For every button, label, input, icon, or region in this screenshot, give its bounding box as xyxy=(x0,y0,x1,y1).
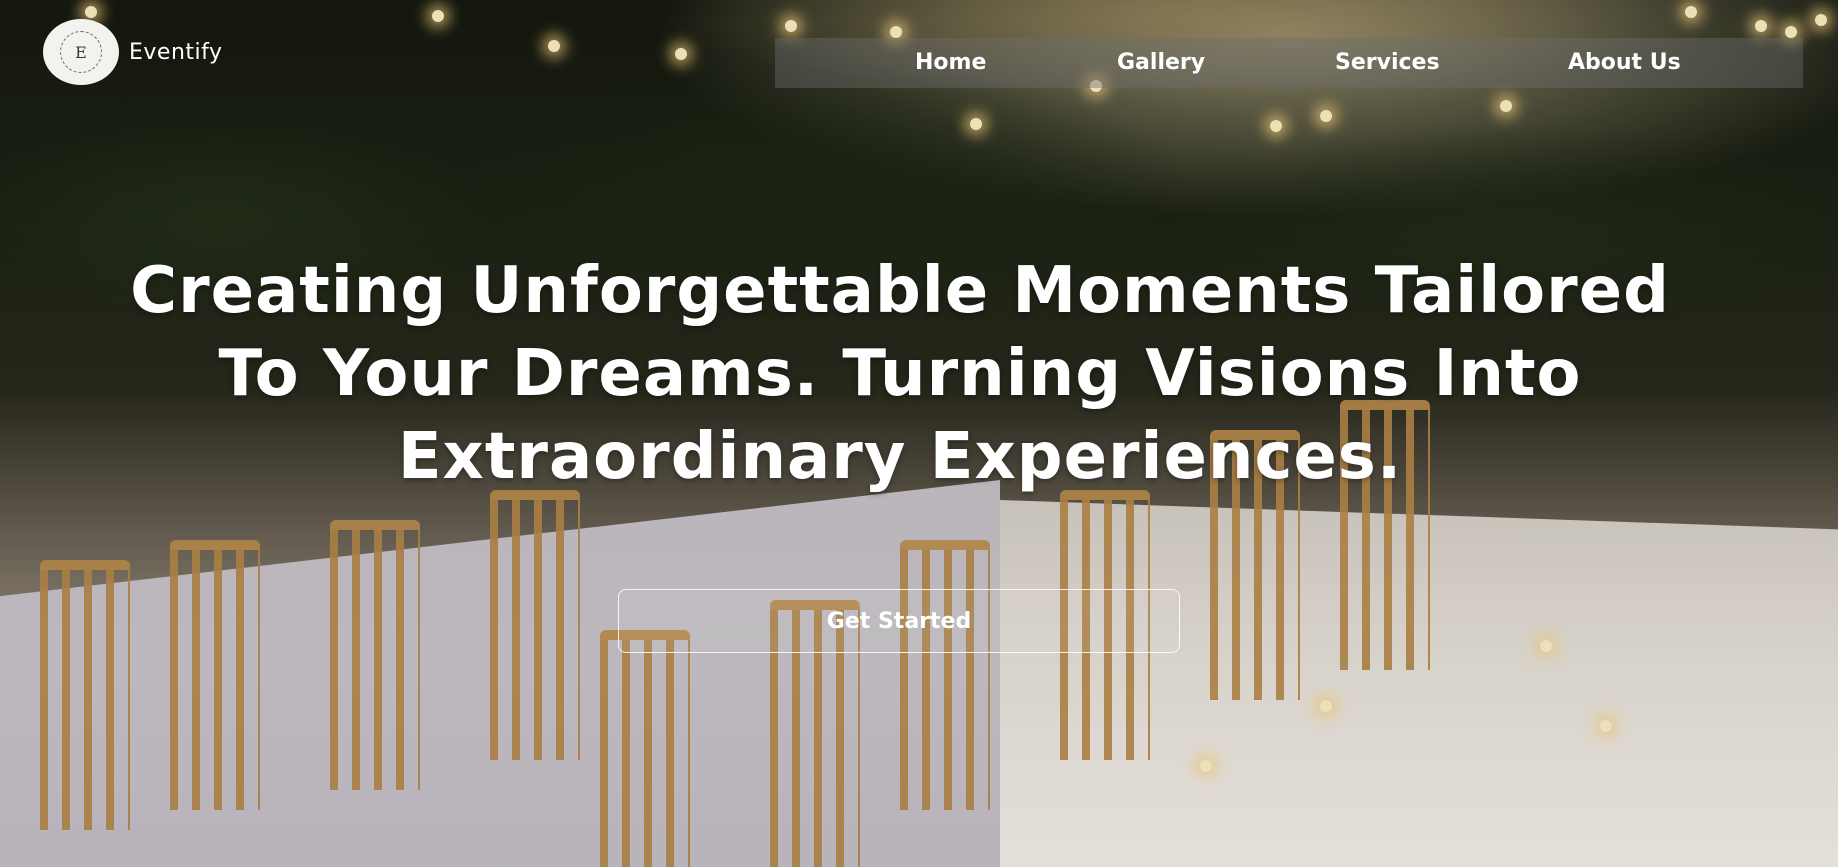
hero-section: E Eventify Home Gallery Services About U… xyxy=(0,0,1838,867)
nav-item-home[interactable]: Home xyxy=(915,50,986,75)
logo[interactable]: E xyxy=(43,19,119,85)
nav-item-about-us[interactable]: About Us xyxy=(1568,50,1681,75)
nav-item-gallery[interactable]: Gallery xyxy=(1117,50,1205,75)
logo-icon: E xyxy=(60,31,102,73)
main-nav: Home Gallery Services About Us xyxy=(775,38,1803,88)
get-started-button[interactable]: Get Started xyxy=(618,589,1180,653)
brand-name[interactable]: Eventify xyxy=(129,40,223,65)
hero-headline: Creating Unforgettable Moments Tailored … xyxy=(130,254,1670,494)
nav-item-services[interactable]: Services xyxy=(1335,50,1440,75)
logo-letter: E xyxy=(75,42,87,62)
